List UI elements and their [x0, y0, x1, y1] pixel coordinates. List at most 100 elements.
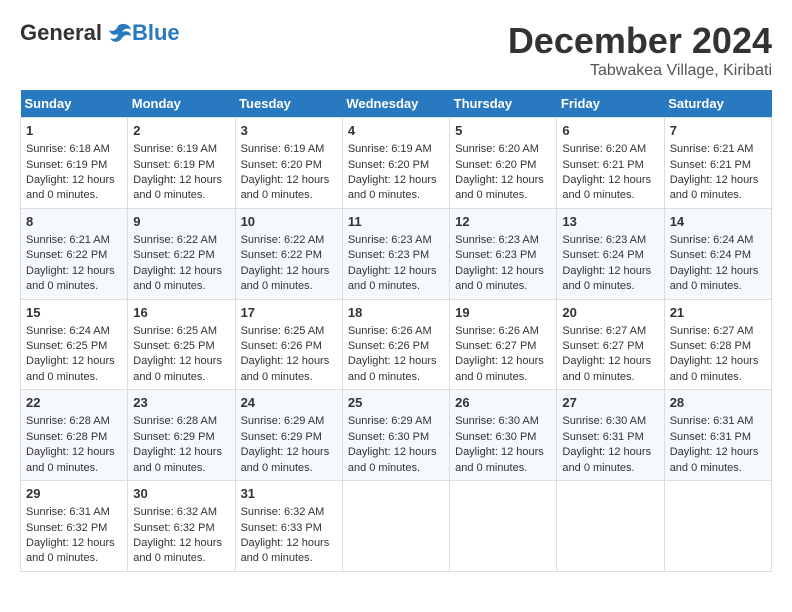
- calendar-week-row: 29Sunrise: 6:31 AMSunset: 6:32 PMDayligh…: [21, 481, 772, 572]
- logo-bird-icon: [104, 22, 132, 44]
- daylight-label: Daylight: 12 hours: [670, 174, 759, 186]
- table-row: 8Sunrise: 6:21 AMSunset: 6:22 PMDaylight…: [21, 208, 128, 299]
- daylight-label: Daylight: 12 hours: [562, 174, 651, 186]
- sunrise-label: Sunrise: 6:24 AM: [26, 325, 110, 337]
- table-row: 3Sunrise: 6:19 AMSunset: 6:20 PMDaylight…: [235, 118, 342, 209]
- sunset-label: Sunset: 6:31 PM: [562, 431, 643, 443]
- sunset-label: Sunset: 6:21 PM: [670, 159, 751, 171]
- sunrise-label: Sunrise: 6:28 AM: [26, 415, 110, 427]
- table-row: 14Sunrise: 6:24 AMSunset: 6:24 PMDayligh…: [664, 208, 771, 299]
- calendar-week-row: 1 Sunrise: 6:18 AM Sunset: 6:19 PM Daylight…: [21, 118, 772, 209]
- day-number: 1: [26, 122, 122, 140]
- sunrise-label: Sunrise: 6:25 AM: [241, 325, 325, 337]
- sunset-label: Sunset: 6:20 PM: [241, 159, 322, 171]
- month-title: December 2024: [508, 20, 772, 62]
- daylight-label: Daylight: 12 hours: [241, 537, 330, 549]
- daylight-minutes: and 0 minutes.: [562, 280, 634, 292]
- sunset-label: Sunset: 6:26 PM: [241, 340, 322, 352]
- daylight-label: Daylight: 12 hours: [455, 355, 544, 367]
- sunrise-label: Sunrise: 6:18 AM: [26, 143, 110, 155]
- day-number: 21: [670, 304, 766, 322]
- sunrise-label: Sunrise: 6:22 AM: [133, 234, 217, 246]
- sunset-label: Sunset: 6:31 PM: [670, 431, 751, 443]
- table-row: 11Sunrise: 6:23 AMSunset: 6:23 PMDayligh…: [342, 208, 449, 299]
- sunrise-label: Sunrise: 6:30 AM: [455, 415, 539, 427]
- daylight-label: Daylight: 12 hours: [348, 174, 437, 186]
- table-row: [450, 481, 557, 572]
- day-number: 27: [562, 394, 658, 412]
- daylight-label: Daylight: 12 hours: [26, 265, 115, 277]
- sunset-label: Sunset: 6:25 PM: [133, 340, 214, 352]
- sunrise-label: Sunrise: 6:23 AM: [562, 234, 646, 246]
- daylight-minutes: and 0 minutes.: [133, 280, 205, 292]
- sunset-label: Sunset: 6:22 PM: [133, 249, 214, 261]
- table-row: 13Sunrise: 6:23 AMSunset: 6:24 PMDayligh…: [557, 208, 664, 299]
- day-number: 20: [562, 304, 658, 322]
- sunset-label: Sunset: 6:29 PM: [241, 431, 322, 443]
- daylight-minutes: and 0 minutes.: [26, 552, 98, 564]
- sunset-label: Sunset: 6:32 PM: [26, 522, 107, 534]
- sunrise-label: Sunrise: 6:23 AM: [348, 234, 432, 246]
- daylight-minutes: and 0 minutes.: [133, 189, 205, 201]
- table-row: [557, 481, 664, 572]
- daylight-label: Daylight: 12 hours: [26, 537, 115, 549]
- title-section: December 2024 Tabwakea Village, Kiribati: [508, 20, 772, 80]
- table-row: 10Sunrise: 6:22 AMSunset: 6:22 PMDayligh…: [235, 208, 342, 299]
- sunrise-label: Sunrise: 6:27 AM: [562, 325, 646, 337]
- daylight-minutes: and 0 minutes.: [562, 462, 634, 474]
- sunset-label: Sunset: 6:33 PM: [241, 522, 322, 534]
- daylight-minutes: and 0 minutes.: [133, 371, 205, 383]
- table-row: 23Sunrise: 6:28 AMSunset: 6:29 PMDayligh…: [128, 390, 235, 481]
- day-number: 13: [562, 213, 658, 231]
- daylight-label: Daylight: 12 hours: [26, 355, 115, 367]
- col-friday: Friday: [557, 90, 664, 118]
- table-row: 24Sunrise: 6:29 AMSunset: 6:29 PMDayligh…: [235, 390, 342, 481]
- sunset-label: Sunset: 6:23 PM: [455, 249, 536, 261]
- day-number: 11: [348, 213, 444, 231]
- daylight-minutes: and 0 minutes.: [455, 280, 527, 292]
- calendar-week-row: 15Sunrise: 6:24 AMSunset: 6:25 PMDayligh…: [21, 299, 772, 390]
- sunrise-label: Sunrise: 6:26 AM: [455, 325, 539, 337]
- sunrise-label: Sunrise: 6:20 AM: [455, 143, 539, 155]
- daylight-label: Daylight: 12 hours: [562, 446, 651, 458]
- sunset-label: Sunset: 6:25 PM: [26, 340, 107, 352]
- daylight-minutes: and 0 minutes.: [241, 371, 313, 383]
- sunset-label: Sunset: 6:20 PM: [348, 159, 429, 171]
- daylight-label: Daylight: 12 hours: [670, 355, 759, 367]
- day-number: 23: [133, 394, 229, 412]
- daylight-minutes: and 0 minutes.: [26, 371, 98, 383]
- sunrise-label: Sunrise: 6:31 AM: [26, 506, 110, 518]
- table-row: 20Sunrise: 6:27 AMSunset: 6:27 PMDayligh…: [557, 299, 664, 390]
- sunset-label: Sunset: 6:21 PM: [562, 159, 643, 171]
- day-number: 9: [133, 213, 229, 231]
- table-row: 30Sunrise: 6:32 AMSunset: 6:32 PMDayligh…: [128, 481, 235, 572]
- sunrise-label: Sunrise: 6:19 AM: [241, 143, 325, 155]
- sunrise-label: Sunrise: 6:21 AM: [26, 234, 110, 246]
- sunrise-label: Sunrise: 6:29 AM: [348, 415, 432, 427]
- table-row: 6Sunrise: 6:20 AMSunset: 6:21 PMDaylight…: [557, 118, 664, 209]
- sunset-label: Sunset: 6:30 PM: [348, 431, 429, 443]
- table-row: 5Sunrise: 6:20 AMSunset: 6:20 PMDaylight…: [450, 118, 557, 209]
- table-row: 7Sunrise: 6:21 AMSunset: 6:21 PMDaylight…: [664, 118, 771, 209]
- table-row: 2Sunrise: 6:19 AMSunset: 6:19 PMDaylight…: [128, 118, 235, 209]
- table-row: 1Sunrise: 6:18 AMSunset: 6:19 PMDaylight…: [21, 118, 128, 209]
- daylight-label: Daylight: 12 hours: [455, 265, 544, 277]
- daylight-label: Daylight: 12 hours: [26, 174, 115, 186]
- page-header: General Blue December 2024 Tabwakea Vill…: [20, 20, 772, 80]
- sunset-label: Sunset: 6:23 PM: [348, 249, 429, 261]
- sunset-label: Sunset: 6:30 PM: [455, 431, 536, 443]
- col-thursday: Thursday: [450, 90, 557, 118]
- day-number: 28: [670, 394, 766, 412]
- sunset-label: Sunset: 6:19 PM: [133, 159, 214, 171]
- sunset-label: Sunset: 6:32 PM: [133, 522, 214, 534]
- logo-blue-text: Blue: [132, 20, 180, 46]
- sunrise-label: Sunrise: 6:22 AM: [241, 234, 325, 246]
- daylight-label: Daylight: 12 hours: [133, 537, 222, 549]
- day-number: 2: [133, 122, 229, 140]
- daylight-minutes: and 0 minutes.: [26, 280, 98, 292]
- daylight-minutes: and 0 minutes.: [241, 280, 313, 292]
- daylight-label: Daylight: 12 hours: [562, 265, 651, 277]
- daylight-label: Daylight: 12 hours: [133, 265, 222, 277]
- daylight-minutes: and 0 minutes.: [241, 189, 313, 201]
- table-row: 4Sunrise: 6:19 AMSunset: 6:20 PMDaylight…: [342, 118, 449, 209]
